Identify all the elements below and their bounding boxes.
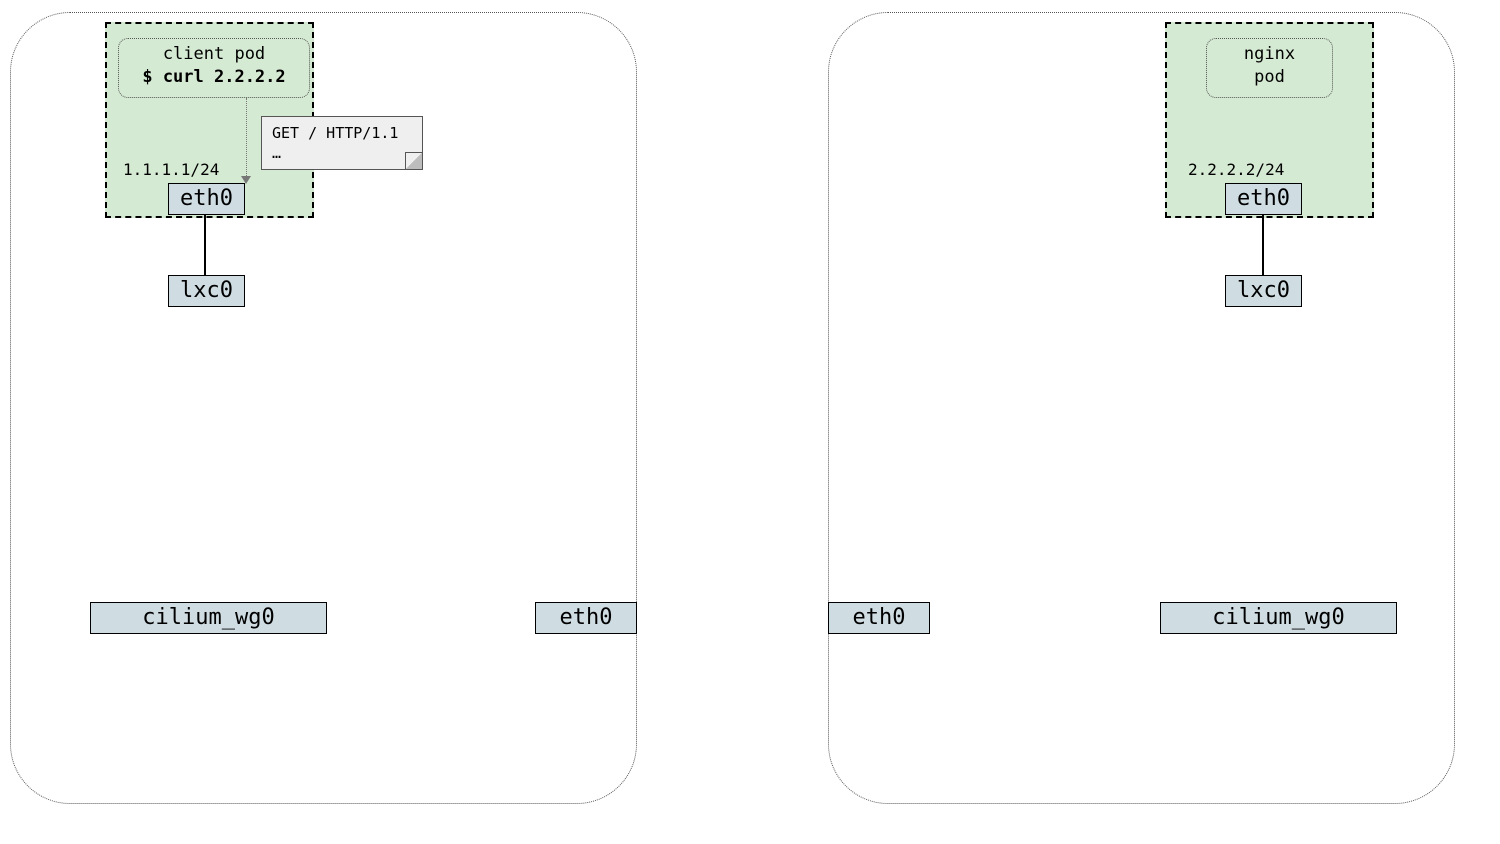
pod-nginx-title-line1: nginx — [1213, 43, 1326, 66]
left-veth-link — [204, 214, 206, 275]
left-cilium-wg0: cilium_wg0 — [90, 602, 327, 634]
pod-client-arrow-shaft — [246, 98, 247, 178]
diagram-canvas: client pod $ curl 2.2.2.2 1.1.1.1/24 eth… — [0, 0, 1500, 844]
http-note-line2: … — [272, 143, 412, 163]
right-lxc0: lxc0 — [1225, 275, 1302, 307]
pod-client-arrow-head — [241, 176, 251, 184]
pod-client-command: $ curl 2.2.2.2 — [125, 66, 303, 89]
left-host-eth0: eth0 — [535, 602, 637, 634]
right-veth-link — [1262, 214, 1264, 275]
pod-client-inner: client pod $ curl 2.2.2.2 — [118, 38, 310, 98]
http-request-note: GET / HTTP/1.1 … — [261, 116, 423, 170]
right-host-eth0: eth0 — [828, 602, 930, 634]
pod-nginx-eth0: eth0 — [1225, 183, 1302, 215]
pod-nginx-inner: nginx pod — [1206, 38, 1333, 98]
right-cilium-wg0: cilium_wg0 — [1160, 602, 1397, 634]
note-fold-icon — [405, 152, 422, 169]
left-lxc0: lxc0 — [168, 275, 245, 307]
pod-nginx-title-line2: pod — [1213, 66, 1326, 89]
pod-client-ip: 1.1.1.1/24 — [123, 160, 219, 179]
pod-client-title: client pod — [125, 43, 303, 66]
http-note-line1: GET / HTTP/1.1 — [272, 123, 412, 143]
pod-client-eth0: eth0 — [168, 183, 245, 215]
pod-nginx-ip: 2.2.2.2/24 — [1188, 160, 1284, 179]
